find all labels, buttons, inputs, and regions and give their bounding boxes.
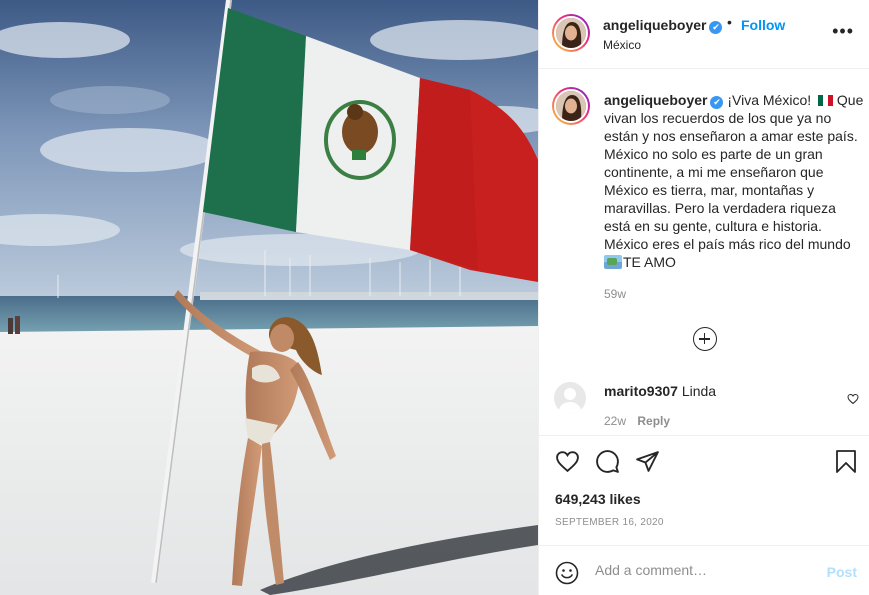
comment-item: marito9307 Linda	[604, 383, 716, 399]
map-emoji-icon	[604, 255, 622, 269]
post-date[interactable]: SEPTEMBER 16, 2020	[555, 517, 664, 528]
post-photo[interactable]	[0, 0, 538, 595]
add-comment-input[interactable]	[595, 562, 795, 578]
caption-username[interactable]: angeliqueboyer	[604, 92, 707, 108]
commenter-avatar[interactable]	[554, 382, 586, 414]
beach-flag-photo	[0, 0, 538, 595]
load-more-comments-icon[interactable]	[693, 327, 717, 351]
heart-icon[interactable]	[555, 449, 580, 477]
emoji-icon[interactable]	[555, 561, 579, 588]
follow-button[interactable]: Follow	[741, 17, 785, 33]
comment-icon[interactable]	[595, 449, 620, 477]
mexico-flag-emoji-icon	[818, 95, 834, 106]
caption-text-start: ¡Viva México!	[727, 92, 816, 108]
avatar-image	[554, 89, 588, 123]
comment-meta: 22w Reply	[604, 414, 670, 428]
post-header: angeliqueboyer ✔ • Follow México •••	[539, 0, 869, 69]
comment-time-ago[interactable]: 22w	[604, 414, 626, 428]
actions-divider	[539, 435, 869, 436]
comment-username[interactable]: marito9307	[604, 383, 678, 399]
share-icon[interactable]	[635, 449, 660, 477]
comment-text: Linda	[681, 383, 717, 399]
reply-button[interactable]: Reply	[637, 414, 670, 428]
caption-text-body: Que vivan los recuerdos de los que ya no…	[604, 92, 864, 252]
bookmark-icon[interactable]	[835, 449, 857, 477]
likes-count[interactable]: 649,243 likes	[555, 491, 641, 507]
post-comment-button[interactable]: Post	[827, 564, 857, 580]
avatar-image	[554, 16, 588, 50]
caption-time-ago[interactable]: 59w	[604, 287, 626, 301]
verified-badge-icon: ✔	[710, 96, 724, 109]
caption-avatar[interactable]	[552, 87, 590, 125]
add-comment-section: Post	[539, 545, 869, 595]
separator-dot: •	[727, 14, 732, 30]
comment-like-heart-icon[interactable]	[847, 392, 859, 408]
profile-avatar[interactable]	[552, 14, 590, 52]
header-username[interactable]: angeliqueboyer ✔	[603, 17, 723, 34]
post-caption: angeliqueboyer ✔ ¡Viva México! Que vivan …	[604, 91, 866, 271]
more-options-icon[interactable]: •••	[832, 22, 854, 40]
header-username-text[interactable]: angeliqueboyer	[603, 17, 706, 33]
caption-text-end: TE AMO	[623, 254, 676, 270]
location-link[interactable]: México	[603, 38, 641, 52]
verified-badge-icon: ✔	[709, 21, 723, 34]
post-side-panel: angeliqueboyer ✔ • Follow México ••• ange…	[538, 0, 869, 595]
instagram-post: angeliqueboyer ✔ • Follow México ••• ange…	[0, 0, 869, 595]
